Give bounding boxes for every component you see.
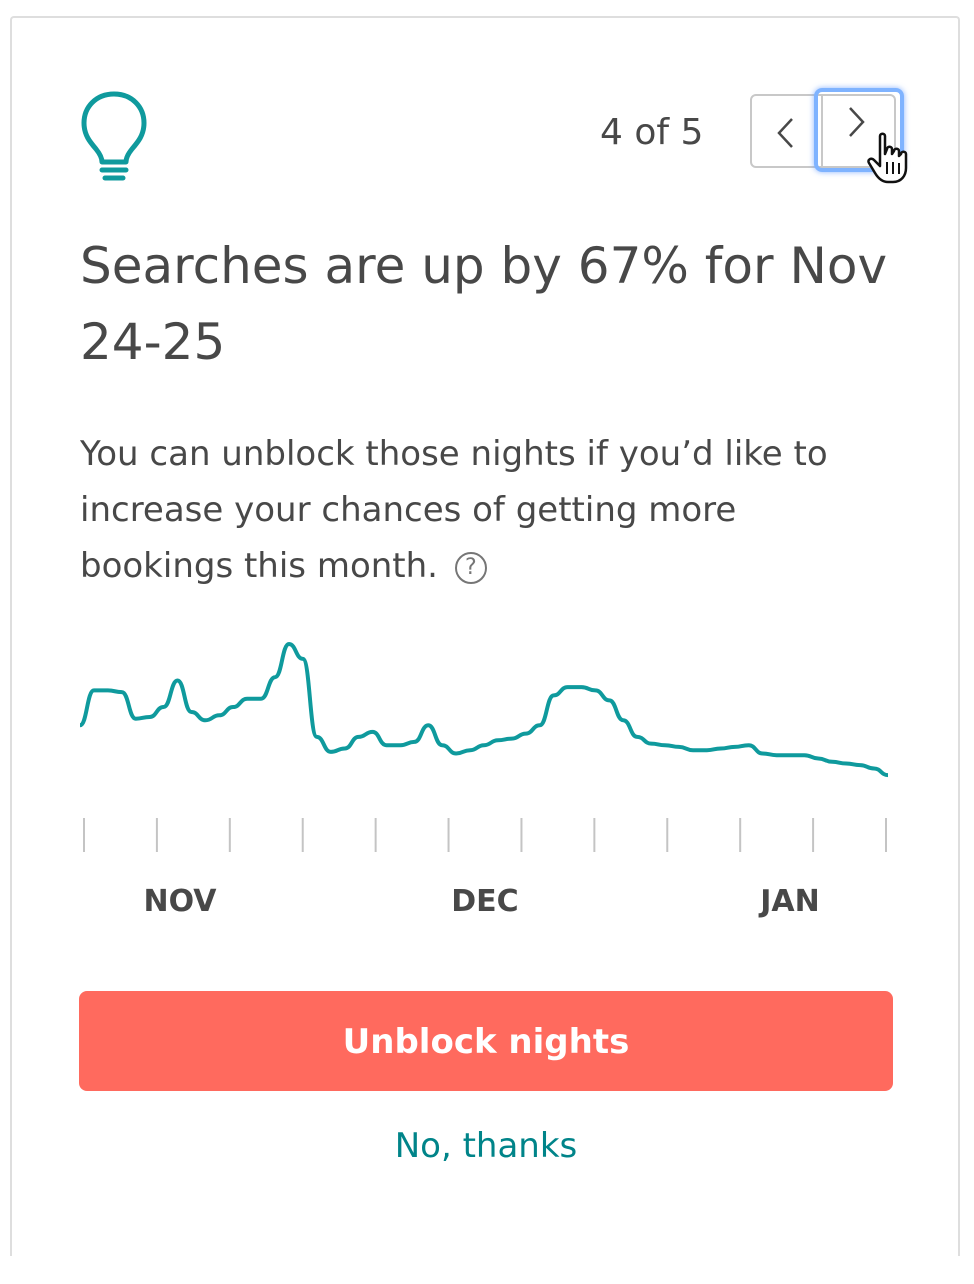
month-label-nov: NOV xyxy=(143,884,217,919)
search-trend-line xyxy=(78,642,889,778)
search-trend-chart: NOV DEC JAN xyxy=(78,642,889,919)
insight-body: You can unblock those nights if you’d li… xyxy=(80,426,880,594)
previous-button[interactable] xyxy=(752,96,821,166)
no-thanks-link[interactable]: No, thanks xyxy=(79,1126,893,1166)
month-label-jan: JAN xyxy=(758,884,820,919)
pager-count: 4 of 5 xyxy=(600,112,704,153)
unblock-nights-button[interactable]: Unblock nights xyxy=(79,991,893,1091)
insight-title: Searches are up by 67% for Nov 24-25 xyxy=(80,237,888,371)
chevron-left-icon xyxy=(777,118,793,148)
lightbulb-icon xyxy=(81,91,147,181)
hand-cursor-icon xyxy=(867,132,908,184)
insight-body-text: You can unblock those nights if you’d li… xyxy=(80,434,828,586)
help-icon[interactable]: ? xyxy=(454,552,487,584)
month-label-dec: DEC xyxy=(451,884,518,919)
chevron-right-icon xyxy=(849,107,865,137)
